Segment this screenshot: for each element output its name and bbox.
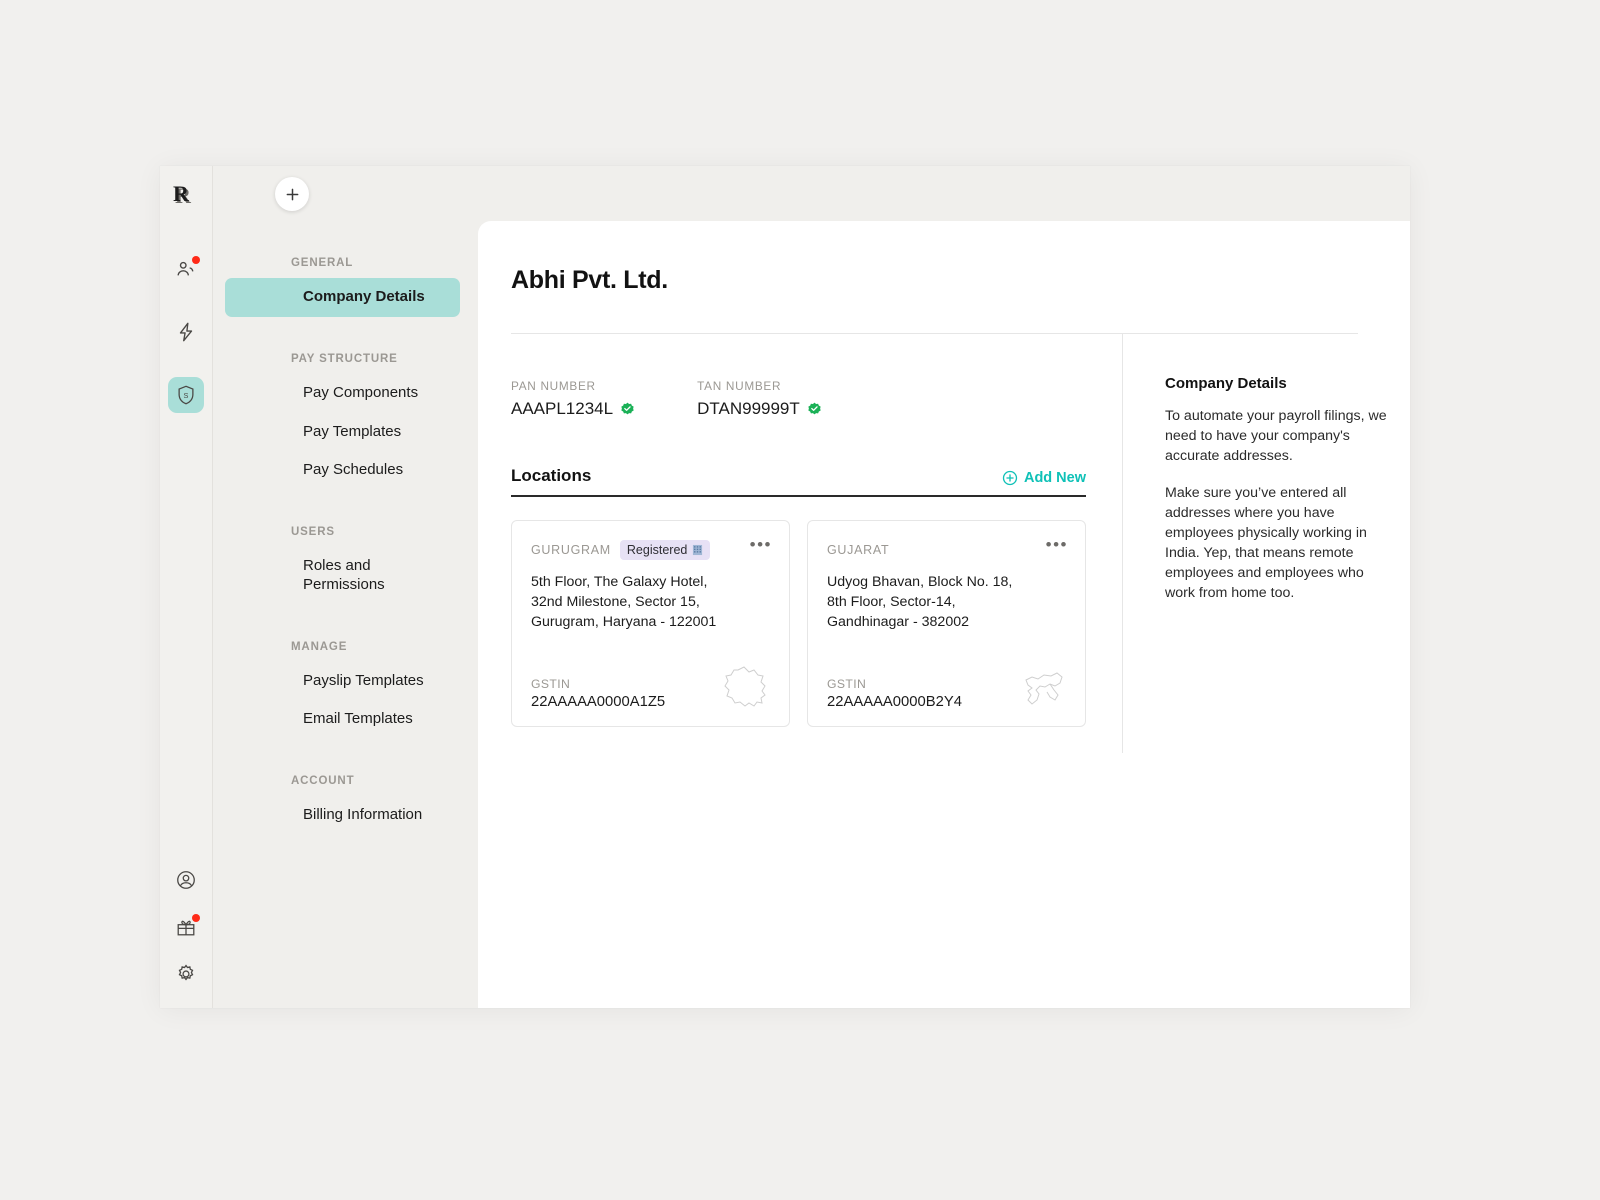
add-new-location-button[interactable]: Add New: [1002, 470, 1086, 486]
location-city: GURUGRAM: [531, 543, 611, 557]
location-card-header: GUJARAT: [827, 539, 1066, 561]
shield-s-icon: S: [175, 384, 197, 406]
office-building-icon: [692, 544, 703, 556]
sidebar-item-roles-and-permissions[interactable]: Roles and Permissions: [225, 547, 460, 605]
sidebar-item-pay-components[interactable]: Pay Components: [225, 374, 460, 413]
gujarat-map-icon: [1014, 664, 1066, 710]
gstin-value: 22AAAAA0000A1Z5: [531, 694, 665, 710]
app-window: R R S: [160, 166, 1410, 1008]
info-panel-paragraph: To automate your payroll filings, we nee…: [1165, 406, 1395, 466]
nav-panel: GENERAL Company Details PAY STRUCTURE Pa…: [213, 166, 478, 1008]
gear-icon: [175, 963, 197, 985]
gstin-label: GSTIN: [827, 677, 962, 691]
identifiers-row: PAN NUMBER AAAPL1234L TAN NUMBER: [511, 379, 1086, 419]
pan-number-value-wrap: AAAPL1234L: [511, 399, 635, 419]
location-card[interactable]: GURUGRAM Registered: [511, 520, 790, 727]
status-badge-label: Registered: [627, 543, 687, 557]
haryana-map-icon: [718, 664, 770, 710]
gstin-label: GSTIN: [531, 677, 665, 691]
location-city: GUJARAT: [827, 543, 889, 557]
add-button[interactable]: [275, 177, 309, 211]
nav-section-label-general: GENERAL: [213, 257, 478, 269]
notification-dot: [192, 256, 200, 264]
nav-section-label-pay-structure: PAY STRUCTURE: [213, 353, 478, 365]
icon-rail: R R S: [160, 166, 213, 1008]
nav-section-label-manage: MANAGE: [213, 641, 478, 653]
add-new-label: Add New: [1024, 470, 1086, 486]
location-card[interactable]: GUJARAT ••• Udyog Bhavan, Block No. 18, …: [807, 520, 1086, 727]
sidebar-item-pay-templates[interactable]: Pay Templates: [225, 413, 460, 452]
sidebar-item-company-details[interactable]: Company Details: [225, 278, 460, 317]
location-card-header: GURUGRAM Registered: [531, 539, 770, 561]
sidebar-item-settings-shield[interactable]: S: [168, 377, 204, 413]
tan-number-value: DTAN99999T: [697, 399, 800, 419]
sidebar-item-email-templates[interactable]: Email Templates: [225, 700, 460, 739]
content-inner: Abhi Pvt. Ltd. PAN NUMBER AAAPL1234L: [478, 221, 1410, 753]
sidebar-item-automation[interactable]: [168, 314, 204, 350]
info-panel-title: Company Details: [1165, 375, 1395, 392]
tan-number-label: TAN NUMBER: [697, 379, 822, 393]
sidebar-item-account[interactable]: [168, 862, 204, 898]
pan-number-label: PAN NUMBER: [511, 379, 635, 393]
info-panel-paragraph: Make sure you’ve entered all addresses w…: [1165, 483, 1395, 603]
verified-badge-icon: [620, 402, 635, 417]
lightning-bolt-icon: [175, 321, 197, 343]
sidebar-item-billing-information[interactable]: Billing Information: [225, 796, 460, 835]
sidebar-item-rewards[interactable]: [168, 909, 204, 945]
sidebar-item-preferences[interactable]: [168, 956, 204, 992]
notification-dot: [192, 914, 200, 922]
gstin-value: 22AAAAA0000B2Y4: [827, 694, 962, 710]
more-options-icon[interactable]: •••: [1046, 540, 1068, 550]
page-title: Abhi Pvt. Ltd.: [511, 266, 1358, 295]
status-badge: Registered: [620, 540, 710, 560]
nav-section-label-users: USERS: [213, 526, 478, 538]
pan-number-field: PAN NUMBER AAAPL1234L: [511, 379, 635, 419]
sidebar-item-pay-schedules[interactable]: Pay Schedules: [225, 451, 460, 490]
location-address: 5th Floor, The Galaxy Hotel, 32nd Milest…: [531, 572, 770, 632]
more-options-icon[interactable]: •••: [750, 540, 772, 550]
pan-number-value: AAAPL1234L: [511, 399, 613, 419]
tan-number-value-wrap: DTAN99999T: [697, 399, 822, 419]
locations-list: GURUGRAM Registered: [511, 520, 1086, 727]
body-columns: PAN NUMBER AAAPL1234L TAN NUMBER: [511, 334, 1358, 753]
sidebar-item-payslip-templates[interactable]: Payslip Templates: [225, 662, 460, 701]
tan-number-field: TAN NUMBER DTAN99999T: [697, 379, 822, 419]
svg-text:S: S: [184, 391, 189, 400]
location-address: Udyog Bhavan, Block No. 18, 8th Floor, S…: [827, 572, 1066, 632]
rail-bottom-group: [160, 862, 212, 992]
gstin-block: GSTIN 22AAAAA0000A1Z5: [531, 677, 665, 710]
sidebar-item-people[interactable]: [168, 251, 204, 287]
location-card-footer: GSTIN 22AAAAA0000B2Y4: [827, 664, 1066, 710]
info-panel: Company Details To automate your payroll…: [1122, 333, 1395, 753]
locations-title: Locations: [511, 466, 591, 486]
location-card-footer: GSTIN 22AAAAA0000A1Z5: [531, 664, 770, 710]
gstin-block: GSTIN 22AAAAA0000B2Y4: [827, 677, 962, 710]
verified-badge-icon: [807, 402, 822, 417]
circle-plus-icon: [1002, 470, 1018, 486]
nav-section-label-account: ACCOUNT: [213, 775, 478, 787]
main-column: PAN NUMBER AAAPL1234L TAN NUMBER: [511, 334, 1122, 753]
content-panel: Abhi Pvt. Ltd. PAN NUMBER AAAPL1234L: [478, 221, 1410, 1008]
plus-icon: [285, 187, 300, 202]
user-circle-icon: [175, 869, 197, 891]
svg-text:R: R: [173, 183, 190, 206]
r-logo-icon[interactable]: R R: [171, 181, 201, 211]
locations-section-header: Locations Add New: [511, 466, 1086, 497]
